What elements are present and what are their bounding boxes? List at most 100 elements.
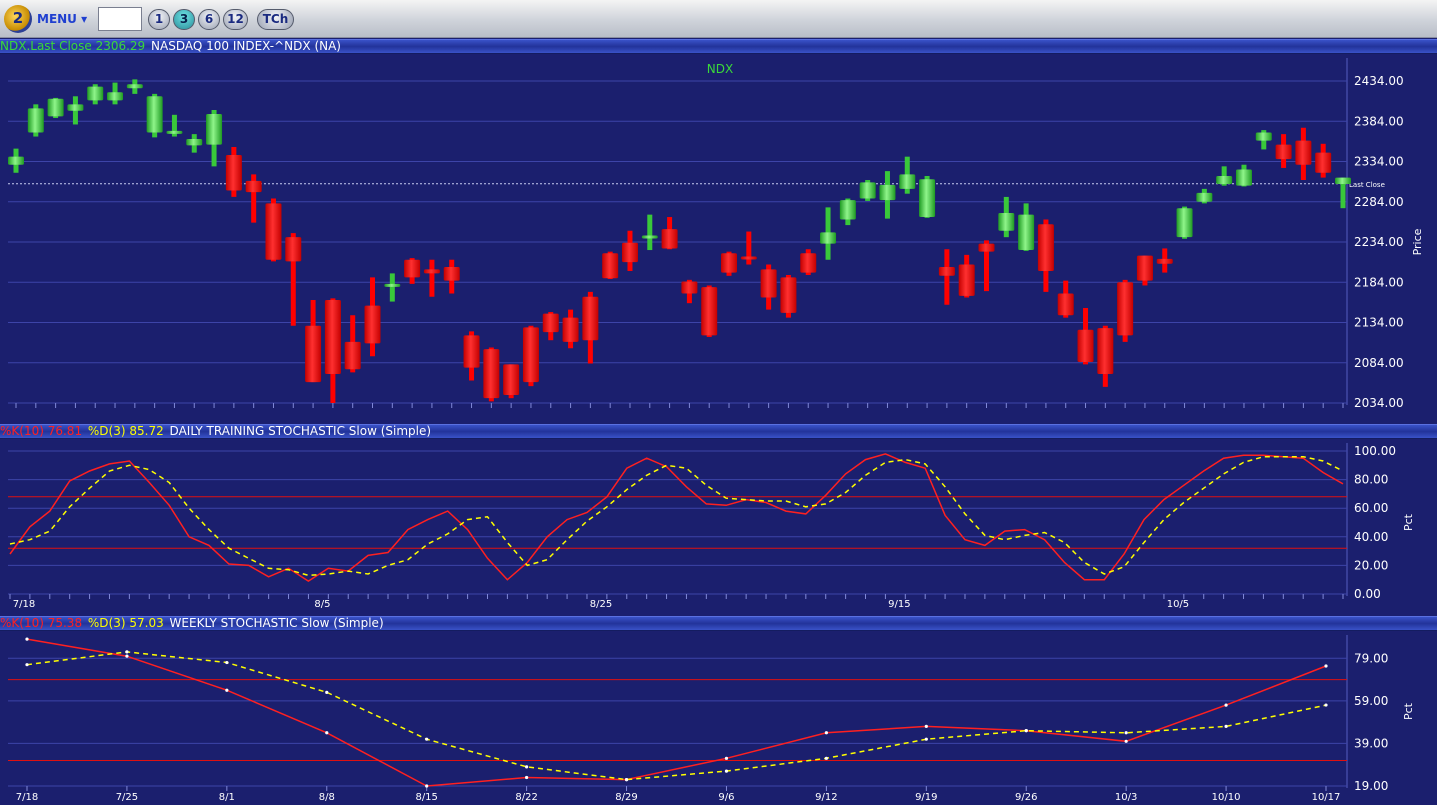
menu-button[interactable]: MENU ▾	[37, 12, 87, 26]
price-tick-label: 2084.00	[1354, 356, 1404, 370]
candle-body	[443, 266, 460, 281]
candle-body	[1018, 214, 1035, 251]
period-1-button[interactable]: 1	[148, 9, 170, 30]
weekly-series-d-point	[325, 690, 329, 694]
candle-body	[364, 305, 381, 344]
daily-x-tick-label: 7/18	[13, 599, 35, 610]
candle-body	[721, 253, 738, 273]
candle-body	[740, 256, 757, 260]
candle-body	[126, 84, 143, 89]
candle-body	[1077, 329, 1094, 362]
weekly-k-readout: %K(10) 75.38	[0, 616, 83, 630]
weekly-series-k-point	[724, 756, 729, 760]
price-chart-title: NDX	[707, 62, 733, 76]
weekly-x-tick-label: 8/29	[615, 792, 637, 801]
price-tick-label: 2034.00	[1354, 396, 1404, 410]
candle-body	[820, 232, 837, 244]
weekly-x-tick-label: 8/1	[219, 792, 235, 801]
candle-body	[701, 287, 718, 336]
weekly-series-d-point	[624, 778, 629, 782]
price-background	[0, 54, 1437, 421]
price-panel: 2434.00 2384.00 2334.00 2284.00 2234.00 2184.…	[0, 54, 1437, 421]
weekly-series-d-point	[525, 765, 529, 769]
candle-body	[463, 335, 480, 368]
weekly-series-d-point	[924, 737, 928, 741]
candle-body	[166, 130, 183, 134]
candle-body	[503, 364, 520, 395]
daily-stochastic-chart[interactable]: 100.00 80.00 60.00 40.00 20.00 0.00 Pct 7/18 8/5…	[0, 439, 1437, 612]
candle-body	[324, 299, 341, 375]
candle-body	[958, 264, 975, 296]
candle-body	[562, 317, 579, 342]
daily-tick-label: 20.00	[1354, 558, 1388, 572]
candle-body	[423, 269, 440, 274]
candle-body	[8, 156, 24, 165]
weekly-series-k-point	[1324, 664, 1328, 668]
daily-indicator-name: DAILY TRAINING STOCHASTIC Slow (Simple)	[169, 424, 432, 438]
symbol-input[interactable]	[98, 7, 142, 31]
weekly-d-readout: %D(3) 57.03	[87, 616, 164, 630]
weekly-x-tick-label: 8/22	[515, 792, 537, 801]
daily-tick-label: 100.00	[1354, 444, 1396, 458]
weekly-y-axis-label: Pct	[1402, 702, 1415, 720]
weekly-series-k-point	[924, 724, 928, 728]
candle-body	[47, 98, 64, 117]
candle-body	[978, 243, 995, 252]
daily-panel-title-bar: %K(10) 76.81 %D(3) 85.72 DAILY TRAINING …	[0, 424, 1437, 439]
candle-body	[1097, 328, 1114, 375]
daily-k-readout: %K(10) 76.81	[0, 424, 83, 438]
weekly-tick-label: 59.00	[1354, 694, 1388, 708]
candle-body	[938, 266, 955, 276]
price-tick-label: 2334.00	[1354, 155, 1404, 169]
candle-body	[1235, 169, 1252, 186]
price-chart[interactable]: 2434.00 2384.00 2334.00 2284.00 2234.00 2184.…	[0, 54, 1437, 421]
weekly-background	[0, 631, 1437, 801]
candle-body	[265, 203, 282, 260]
candle-body	[800, 253, 817, 273]
period-12-button[interactable]: 12	[223, 9, 248, 30]
candle-body	[1255, 132, 1272, 141]
candle-body	[186, 138, 203, 146]
weekly-series-d-point	[1324, 703, 1328, 707]
candle-body	[1037, 224, 1054, 271]
price-tick-label: 2284.00	[1354, 195, 1404, 209]
candle-body	[404, 259, 421, 278]
candle-body	[87, 86, 104, 101]
weekly-x-tick-label: 9/6	[718, 792, 734, 801]
toolbar: 2 MENU ▾ 1 3 6 12 TCh	[0, 0, 1437, 38]
period-6-button[interactable]: 6	[198, 9, 220, 30]
weekly-x-tick-label: 10/10	[1212, 792, 1241, 801]
price-tick-label: 2134.00	[1354, 316, 1404, 330]
weekly-x-tick-label: 9/26	[1015, 792, 1037, 801]
candle-body	[344, 341, 361, 370]
candle-body	[1156, 258, 1173, 264]
candle-body	[245, 180, 262, 193]
candle-body	[27, 108, 44, 133]
weekly-series-d-point	[1024, 729, 1028, 733]
weekly-stochastic-chart[interactable]: 79.00 59.00 39.00 19.00 Pct 7/18 7/25 8/1 8/8 8/1…	[0, 631, 1437, 803]
weekly-series-k-point	[25, 637, 29, 641]
period-3-button[interactable]: 3	[173, 9, 195, 30]
candle-body	[641, 235, 658, 239]
weekly-indicator-name: WEEKLY STOCHASTIC Slow (Simple)	[169, 616, 384, 630]
daily-background	[0, 439, 1437, 612]
weekly-stochastic-panel: 79.00 59.00 39.00 19.00 Pct 7/18 7/25 8/1 8/8 8/1…	[0, 631, 1437, 803]
price-tick-label: 2234.00	[1354, 235, 1404, 249]
weekly-x-tick-label: 8/8	[319, 792, 335, 801]
candle-body	[305, 325, 322, 383]
weekly-tick-label: 79.00	[1354, 651, 1388, 665]
candle-body	[1136, 255, 1153, 281]
last-close-label: Last Close	[1349, 181, 1385, 189]
weekly-series-d-point	[724, 769, 729, 773]
weekly-series-d-point	[824, 756, 828, 760]
candle-body	[522, 327, 539, 383]
app-logo[interactable]: 2	[4, 5, 32, 33]
weekly-series-d-point	[1124, 731, 1128, 735]
weekly-panel-title-bar: %K(10) 75.38 %D(3) 57.03 WEEKLY STOCHAST…	[0, 616, 1437, 631]
candle-body	[107, 92, 124, 101]
tch-button[interactable]: TCh	[257, 9, 294, 30]
candle-body	[602, 253, 619, 279]
weekly-series-k-point	[1224, 703, 1228, 707]
candle-body	[760, 269, 777, 298]
price-panel-title-bar: NDX.Last Close 2306.29 NASDAQ 100 INDEX-…	[0, 39, 1437, 54]
